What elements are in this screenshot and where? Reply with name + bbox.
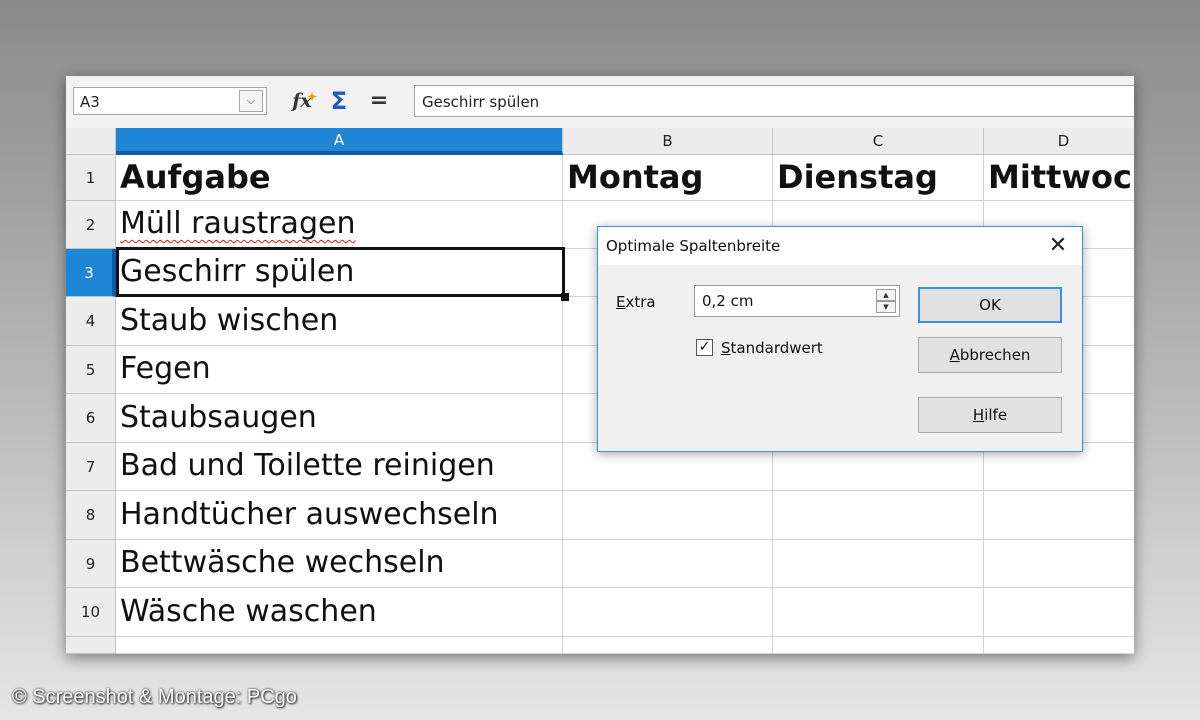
row-header-5[interactable]: 5 — [66, 346, 116, 394]
cell-d9[interactable] — [984, 540, 1134, 588]
optimal-column-width-dialog: Optimale Spaltenbreite ✕ Extra 0,2 cm ▲ … — [597, 226, 1083, 452]
cell-b8[interactable] — [563, 491, 773, 540]
cancel-label-rest: bbrechen — [959, 346, 1031, 364]
cell-c1[interactable]: Dienstag — [773, 155, 984, 201]
cell-a4[interactable]: Staub wischen — [116, 297, 563, 346]
default-label-accel: S — [721, 339, 731, 357]
row-header-4[interactable]: 4 — [66, 297, 116, 346]
spin-up-icon[interactable]: ▲ — [876, 289, 896, 301]
row-header-2[interactable]: 2 — [66, 201, 116, 249]
cancel-label-accel: A — [949, 346, 960, 364]
formula-input[interactable]: Geschirr spülen — [414, 85, 1134, 117]
row-header-6[interactable]: 6 — [66, 394, 116, 443]
row-header-9[interactable]: 9 — [66, 540, 116, 588]
row-header-10[interactable]: 10 — [66, 588, 116, 637]
default-label-rest: tandardwert — [730, 339, 823, 357]
help-label-rest: ilfe — [984, 406, 1008, 424]
cell-b10[interactable] — [563, 588, 773, 637]
fx-icon[interactable]: fx ✦ — [287, 86, 317, 116]
equals-icon[interactable]: = — [364, 86, 394, 116]
cell-a8[interactable]: Handtücher auswechseln — [116, 491, 563, 540]
chevron-down-icon[interactable]: ⌵ — [239, 90, 263, 112]
extra-spinbox[interactable]: 0,2 cm ▲ ▼ — [694, 285, 900, 317]
name-box-value[interactable]: A3 — [80, 93, 100, 111]
cell-d10[interactable] — [984, 588, 1134, 637]
cell-a11-partial[interactable] — [116, 637, 563, 654]
column-header-c[interactable]: C — [773, 128, 984, 155]
row-header-1[interactable]: 1 — [66, 155, 116, 201]
help-button[interactable]: Hilfe — [918, 397, 1062, 433]
column-header-d[interactable]: D — [984, 128, 1134, 155]
spin-buttons: ▲ ▼ — [876, 289, 896, 313]
cell-a9[interactable]: Bettwäsche wechseln — [116, 540, 563, 588]
formula-bar: A3 ⌵ fx ✦ Σ = Geschirr spülen — [66, 76, 1134, 129]
cell-c8[interactable] — [773, 491, 984, 540]
cell-d8[interactable] — [984, 491, 1134, 540]
select-all-corner[interactable] — [66, 128, 116, 155]
help-label-accel: H — [972, 406, 985, 424]
cell-c11-partial[interactable] — [773, 637, 984, 654]
default-value-checkbox[interactable]: ✓ — [696, 339, 713, 356]
extra-label-rest: xtra — [625, 293, 656, 311]
spin-down-icon[interactable]: ▼ — [876, 301, 896, 313]
image-credit: © Screenshot & Montage: PCgo — [12, 686, 297, 708]
cell-c9[interactable] — [773, 540, 984, 588]
name-box[interactable]: A3 ⌵ — [73, 87, 267, 115]
cell-a3[interactable]: Geschirr spülen — [116, 249, 563, 297]
cell-c10[interactable] — [773, 588, 984, 637]
cell-a2-text: Müll raustragen — [120, 206, 356, 241]
dialog-title: Optimale Spaltenbreite — [606, 237, 781, 255]
row-header-7[interactable]: 7 — [66, 443, 116, 491]
cell-a2[interactable]: Müll raustragen — [116, 201, 563, 249]
cell-b9[interactable] — [563, 540, 773, 588]
row-header-3[interactable]: 3 — [66, 249, 116, 297]
extra-label: Extra — [616, 293, 656, 311]
cell-a7[interactable]: Bad und Toilette reinigen — [116, 443, 563, 491]
column-header-a[interactable]: A — [116, 128, 563, 155]
cell-d11-partial[interactable] — [984, 637, 1134, 654]
cell-a1[interactable]: Aufgabe — [116, 155, 563, 201]
ok-button[interactable]: OK — [918, 287, 1062, 323]
column-header-b[interactable]: B — [563, 128, 773, 155]
cell-d1[interactable]: Mittwoch — [984, 155, 1134, 201]
fill-handle[interactable] — [561, 293, 569, 301]
dialog-titlebar: Optimale Spaltenbreite ✕ — [598, 227, 1082, 265]
row-header-11-partial[interactable] — [66, 637, 116, 654]
cell-b11-partial[interactable] — [563, 637, 773, 654]
close-icon[interactable]: ✕ — [1042, 231, 1074, 261]
cell-a10[interactable]: Wäsche waschen — [116, 588, 563, 637]
cancel-button[interactable]: Abbrechen — [918, 337, 1062, 373]
dialog-body: Extra 0,2 cm ▲ ▼ ✓ Standardwert OK Abbre… — [598, 265, 1082, 451]
cell-a5[interactable]: Fegen — [116, 346, 563, 394]
default-value-label[interactable]: Standardwert — [721, 339, 823, 357]
cell-b1[interactable]: Montag — [563, 155, 773, 201]
formula-input-value[interactable]: Geschirr spülen — [422, 93, 539, 111]
cell-a6[interactable]: Staubsaugen — [116, 394, 563, 443]
extra-value[interactable]: 0,2 cm — [702, 292, 753, 310]
sigma-icon[interactable]: Σ — [324, 86, 354, 116]
row-header-8[interactable]: 8 — [66, 491, 116, 540]
